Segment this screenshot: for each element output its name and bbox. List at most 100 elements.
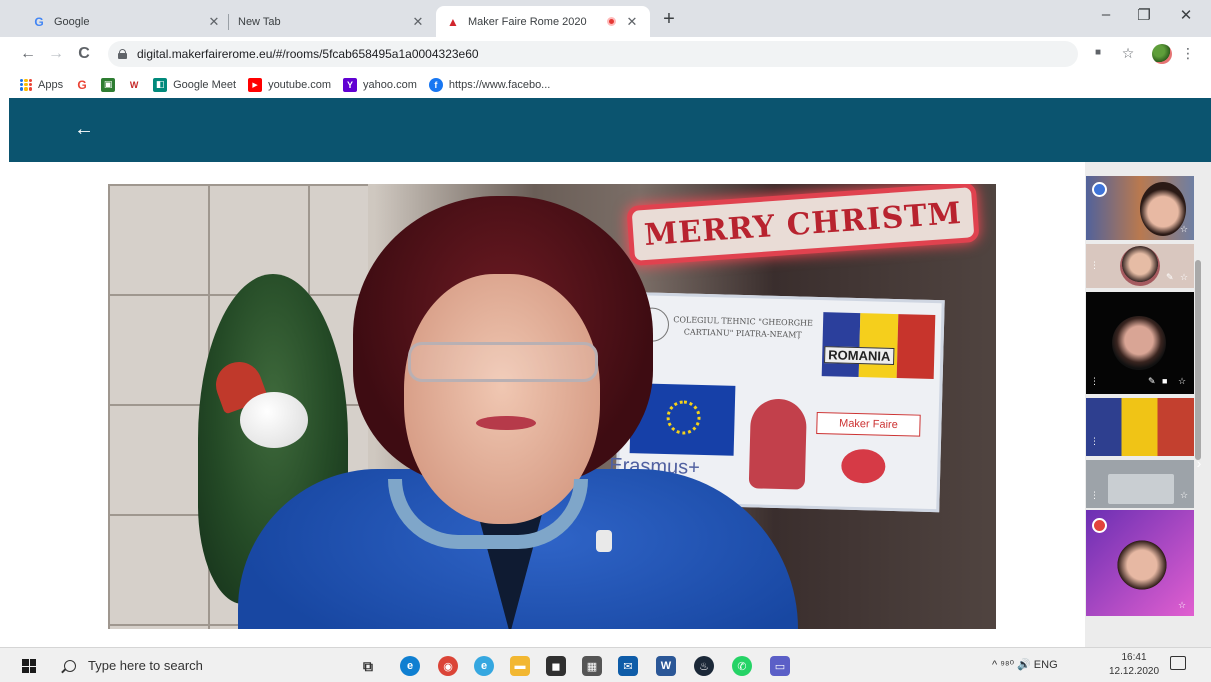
windows-start-icon[interactable] xyxy=(22,659,36,673)
back-arrow-icon[interactable]: ← xyxy=(73,118,95,141)
google-icon: G xyxy=(77,77,87,92)
notification-icon[interactable] xyxy=(1170,656,1186,670)
search-placeholder: Type here to search xyxy=(88,658,203,673)
bookmark-w[interactable]: W xyxy=(127,77,142,92)
back-button[interactable]: ← xyxy=(18,45,38,63)
ie-icon[interactable]: e xyxy=(474,656,494,676)
address-bar[interactable]: digital.makerfairerome.eu/#/rooms/5fcab6… xyxy=(108,41,1078,67)
bookmark-apps[interactable]: Apps xyxy=(20,78,63,91)
chrome-icon[interactable]: ◉ xyxy=(438,656,458,676)
more-options-icon[interactable]: ⋮ xyxy=(1090,490,1099,501)
participant-scrollbar[interactable] xyxy=(1195,260,1201,460)
speaker-video[interactable]: MERRY CHRISTM COLEGIUL TEHNIC "GHEORGHE … xyxy=(108,184,996,629)
tab-google[interactable]: G Google ✕ xyxy=(22,6,232,37)
taskbar-clock[interactable]: 16:41 12.12.2020 xyxy=(1108,651,1160,679)
word-icon[interactable]: W xyxy=(656,656,676,676)
yahoo-icon: Y xyxy=(343,77,358,92)
star-icon[interactable]: ☆ xyxy=(1180,490,1188,501)
google-icon: G xyxy=(34,14,44,29)
snowball-decoration xyxy=(240,392,308,448)
participant-tile[interactable]: ⋮ xyxy=(1086,398,1194,456)
more-options-icon[interactable]: ⋮ xyxy=(1090,376,1099,387)
merry-christmas-banner: MERRY CHRISTM xyxy=(626,184,980,267)
forward-button[interactable]: → xyxy=(46,45,66,63)
bookmark-image[interactable]: ▣ xyxy=(101,77,116,92)
participant-avatar xyxy=(1112,316,1166,370)
participant-tile[interactable]: ☆ xyxy=(1086,510,1194,616)
taskbar-search[interactable]: Type here to search xyxy=(56,651,346,680)
task-view-icon[interactable]: ⧉ xyxy=(358,656,378,676)
speaker-lips xyxy=(476,416,536,430)
clock-time: 16:41 xyxy=(1121,652,1147,663)
mail-icon[interactable]: ✉ xyxy=(618,656,638,676)
star-icon[interactable]: ☆ xyxy=(1178,600,1186,611)
image-bookmark-icon: ▣ xyxy=(101,77,116,92)
close-icon[interactable]: ✕ xyxy=(624,14,640,30)
more-options-icon[interactable]: ⋮ xyxy=(1090,260,1099,271)
bookmark-star-icon[interactable]: ☆ xyxy=(1118,45,1138,62)
tab-maker-faire[interactable]: ▲ Maker Faire Rome 2020 ✕ xyxy=(436,6,650,37)
star-icon[interactable]: ☆ xyxy=(1178,376,1186,387)
bookmark-google-meet[interactable]: ◧ Google Meet xyxy=(153,77,236,92)
participant-tile[interactable]: ☆ xyxy=(1086,176,1194,240)
camera-icon[interactable]: ■ xyxy=(1088,47,1108,58)
file-explorer-icon[interactable]: ▬ xyxy=(510,656,530,676)
google-meet-icon: ◧ xyxy=(153,77,168,92)
bookmark-label: https://www.facebo... xyxy=(448,78,551,91)
lock-icon[interactable] xyxy=(118,49,127,59)
star-icon[interactable]: ☆ xyxy=(1180,224,1188,235)
w-bookmark-icon: W xyxy=(127,77,142,92)
edge-icon[interactable]: e xyxy=(400,656,420,676)
chat-badge-icon[interactable] xyxy=(1092,182,1107,197)
tab-new-tab[interactable]: New Tab ✕ xyxy=(228,6,436,37)
video-off-icon: ■ xyxy=(1162,376,1168,386)
poster-school-name: COLEGIUL TEHNIC "GHEORGHE CARTIANU" PIAT… xyxy=(673,315,814,340)
bookmarks-bar: Apps G ▣ W ◧ Google Meet ▶ youtube.com Y… xyxy=(0,71,1211,98)
whatsapp-icon[interactable]: ✆ xyxy=(732,656,752,676)
participant-video xyxy=(1120,246,1160,286)
participant-tile[interactable]: ⋮ ✎ ■ ☆ xyxy=(1086,292,1194,394)
browser-toolbar: ← → C digital.makerfairerome.eu/#/rooms/… xyxy=(0,37,1211,71)
bookmark-yahoo[interactable]: Y yahoo.com xyxy=(343,77,417,92)
facebook-icon: f xyxy=(428,77,443,92)
steam-icon[interactable]: ♨ xyxy=(694,656,714,676)
minimize-button[interactable]: – xyxy=(1086,6,1126,23)
restore-button[interactable]: ❐ xyxy=(1124,6,1164,24)
search-icon xyxy=(64,659,76,672)
maker-faire-label: Maker Faire xyxy=(816,411,921,437)
speaker-glasses xyxy=(408,342,598,382)
windows-taskbar: Type here to search ⧉ e ◉ e ▬ ◼ ▦ ✉ W ♨ … xyxy=(0,647,1211,682)
clock-date: 12.12.2020 xyxy=(1108,666,1160,677)
more-options-icon[interactable]: ⋮ xyxy=(1090,436,1099,447)
close-window-button[interactable]: ✕ xyxy=(1166,6,1206,24)
system-tray[interactable]: ^ ⁹⁸⁰ 🔊 ENG xyxy=(992,658,1058,671)
speaker-brooch xyxy=(596,530,612,552)
participant-video xyxy=(1116,538,1168,598)
chrome-menu-icon[interactable]: ⋮ xyxy=(1178,45,1198,62)
bookmark-youtube[interactable]: ▶ youtube.com xyxy=(248,77,331,92)
participant-video xyxy=(1108,474,1174,504)
banner-text: MERRY CHRISTM xyxy=(643,195,963,253)
romania-label: ROMANIA xyxy=(824,346,895,365)
maker-faire-robot xyxy=(748,398,808,490)
new-tab-button[interactable]: + xyxy=(657,8,681,31)
star-icon[interactable]: ☆ xyxy=(1180,272,1188,283)
calculator-icon[interactable]: ▦ xyxy=(582,656,602,676)
close-icon[interactable]: ✕ xyxy=(410,14,426,30)
reload-button[interactable]: C xyxy=(74,45,94,63)
eu-stars-icon xyxy=(666,400,702,435)
chat-icon[interactable]: ▭ xyxy=(770,656,790,676)
participant-tile[interactable]: ⋮ ✎ ☆ xyxy=(1086,244,1194,288)
bookmark-facebook[interactable]: f https://www.facebo... xyxy=(428,77,551,92)
bookmark-label: yahoo.com xyxy=(363,78,417,91)
store-icon[interactable]: ◼ xyxy=(546,656,566,676)
tab-title: Maker Faire Rome 2020 xyxy=(468,15,587,28)
main-stage: MERRY CHRISTM COLEGIUL TEHNIC "GHEORGHE … xyxy=(9,162,1085,647)
close-icon[interactable]: ✕ xyxy=(206,14,222,30)
chevron-right-icon[interactable]: › xyxy=(1193,455,1205,471)
participant-tile[interactable]: ⋮ ☆ xyxy=(1086,460,1194,508)
room-header: ← xyxy=(9,98,1211,162)
bookmark-google[interactable]: G xyxy=(75,78,89,92)
tab-title: Google xyxy=(54,15,90,28)
profile-avatar[interactable] xyxy=(1152,44,1172,64)
